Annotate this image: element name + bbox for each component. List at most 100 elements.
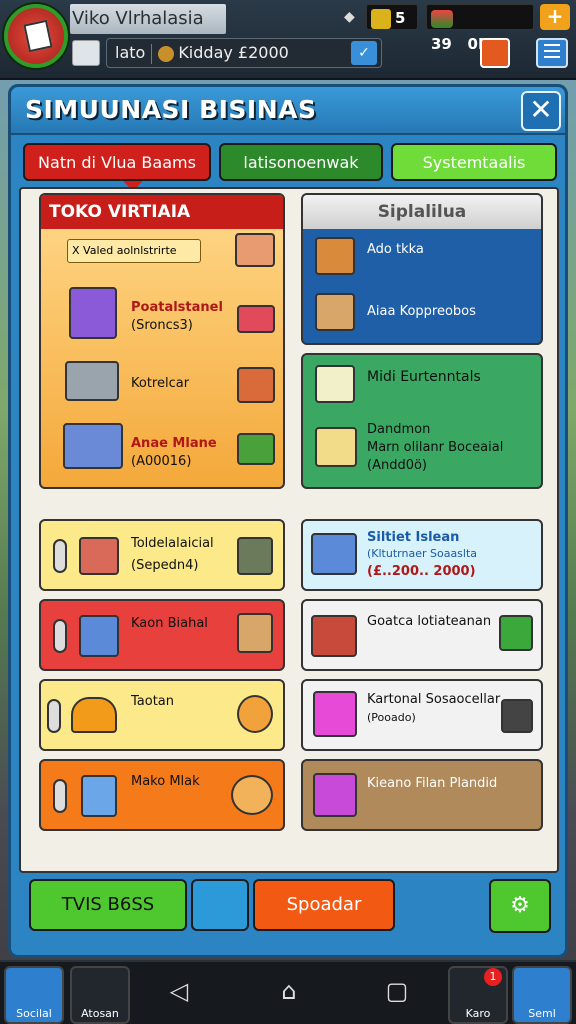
card-price: (£..200.. 2000) <box>367 564 476 579</box>
midi-item: Marn olilanr Boceaial <box>367 440 504 455</box>
card-name: Mako Mlak <box>131 774 200 789</box>
trash-icon <box>501 699 533 733</box>
shopping-bag-icon <box>69 287 117 339</box>
plant-icon <box>315 365 355 403</box>
document-box-icon <box>315 427 357 467</box>
tab-system[interactable]: Systemtaalis <box>391 143 557 181</box>
gem-value: 39 <box>431 35 452 53</box>
toko-item-name: Kotrelcar <box>131 376 190 391</box>
notification-bell-icon[interactable] <box>480 38 510 68</box>
tools-button[interactable]: Seml <box>512 966 572 1024</box>
handbag-icon <box>71 697 117 733</box>
star-gift-icon <box>313 773 357 817</box>
coin-counter[interactable]: 5 <box>366 4 418 30</box>
panel-title: SIMUUNASI BISINAS <box>25 95 317 124</box>
midi-card[interactable]: Midi Eurtenntals Dandmon Marn olilanr Bo… <box>301 353 543 489</box>
coin-value: 5 <box>395 9 406 27</box>
gem-icon <box>431 9 453 28</box>
card-sub: (Kltutrnaer Soaaslta <box>367 547 478 560</box>
books-icon <box>79 615 119 657</box>
toko-item-name: Poatalstanel <box>131 300 223 315</box>
sipi-card[interactable]: Siplalilua Ado tkka Aiaa Koppreobos <box>301 193 543 345</box>
document-icon <box>23 19 53 53</box>
home-icon[interactable]: ⌂ <box>274 976 304 1006</box>
capsule-icon <box>53 539 67 573</box>
tab-main[interactable]: Natn di Vlua Baams <box>23 143 211 181</box>
capsule-icon <box>53 779 67 813</box>
box-icon <box>237 433 275 465</box>
notification-badge: 1 <box>484 968 502 986</box>
coin-icon <box>371 8 391 29</box>
bag-icon <box>158 45 175 62</box>
tools-label: Seml <box>528 1007 556 1020</box>
diamond-icon: ◆ <box>344 9 355 25</box>
recents-icon[interactable]: ▢ <box>382 976 412 1006</box>
package-icon <box>315 293 355 331</box>
card-name: Goatca lotiateanan <box>367 614 492 629</box>
secondary-action-label: Spoadar <box>286 894 362 915</box>
left-card-3[interactable]: Taotan <box>39 679 285 751</box>
toko-card[interactable]: TOKO VIRTIAIA X Valed aolnlstrirte Poata… <box>39 193 285 489</box>
card-sub: (Pooado) <box>367 711 416 724</box>
compass-button[interactable]: Atosan <box>70 966 130 1024</box>
calendar-icon[interactable] <box>72 40 100 66</box>
card-name: Kieano Filan Plandid <box>367 776 498 791</box>
right-card-4[interactable]: Kieano Filan Plandid <box>301 759 543 831</box>
primary-action-label: TVIS B6SS <box>61 894 155 915</box>
midi-title: Midi Eurtenntals <box>367 369 481 385</box>
phone-label: Karo <box>465 1007 491 1020</box>
bag-icon <box>81 775 117 817</box>
toko-item-sub: (Sroncs3) <box>131 318 193 333</box>
toko-item-name: Anae Mlane <box>131 436 217 451</box>
separator <box>151 43 153 64</box>
crate-icon <box>315 237 355 275</box>
capsule-icon <box>47 699 61 733</box>
content-area: TOKO VIRTIAIA X Valed aolnlstrirte Poata… <box>19 187 559 873</box>
game-logo[interactable] <box>4 4 68 68</box>
blue-action-button[interactable] <box>191 879 249 931</box>
sipi-item: Aiaa Koppreobos <box>367 304 476 319</box>
right-card-2[interactable]: Goatca lotiateanan <box>301 599 543 671</box>
settings-icon[interactable]: ⚙ <box>489 879 551 933</box>
search-value: Kidday £2000 <box>178 43 289 62</box>
card-name: Siltiet Islean <box>367 530 460 545</box>
toko-badge: X Valed aolnlstrirte <box>67 239 201 263</box>
close-button[interactable]: ✕ <box>521 91 561 131</box>
case-icon <box>237 305 275 333</box>
gift-icon <box>79 537 119 575</box>
left-card-1[interactable]: Toldelalaicial (Sepedn4) <box>39 519 285 591</box>
shelf-icon <box>237 367 275 403</box>
add-currency-button[interactable]: + <box>540 4 570 30</box>
game-title: Viko Vlrhalasia <box>70 4 226 34</box>
primary-action-button[interactable]: TVIS B6SS <box>29 879 187 931</box>
toko-title: TOKO VIRTIAIA <box>41 195 283 229</box>
toko-item-sub: (A00016) <box>131 454 192 469</box>
parcel-icon <box>237 613 273 653</box>
midi-item: Dandmon <box>367 422 431 437</box>
search-bar[interactable]: lato Kidday £2000 ✓ <box>106 38 382 68</box>
tool-icon <box>499 615 533 651</box>
check-icon[interactable]: ✓ <box>351 41 377 65</box>
menu-icon[interactable] <box>536 38 568 68</box>
storage-box-icon <box>311 533 357 575</box>
book-stack-icon <box>311 615 357 657</box>
search-label: lato <box>115 43 146 62</box>
card-name: Taotan <box>131 694 175 709</box>
social-button[interactable]: Socilal <box>4 966 64 1024</box>
gear-icon <box>237 695 273 733</box>
card-name: Kaon Biahal <box>131 616 208 631</box>
tab-secondary[interactable]: latisonoenwak <box>219 143 383 181</box>
gem-counter[interactable]: 39 0HO <box>426 4 534 53</box>
right-card-3[interactable]: Kartonal Sosaocellar (Pooado) <box>301 679 543 751</box>
left-card-2[interactable]: Kaon Biahal <box>39 599 285 671</box>
box-icon <box>235 233 275 267</box>
back-icon[interactable]: ◁ <box>164 976 194 1006</box>
secondary-action-button[interactable]: Spoadar <box>253 879 395 931</box>
right-card-1[interactable]: Siltiet Islean (Kltutrnaer Soaaslta (£..… <box>301 519 543 591</box>
bags-icon <box>63 423 123 469</box>
sipi-title: Siplalilua <box>303 195 541 229</box>
card-name: Kartonal Sosaocellar <box>367 692 501 707</box>
capsule-icon <box>53 619 67 653</box>
compass-label: Atosan <box>81 1007 119 1020</box>
left-card-4[interactable]: Mako Mlak <box>39 759 285 831</box>
